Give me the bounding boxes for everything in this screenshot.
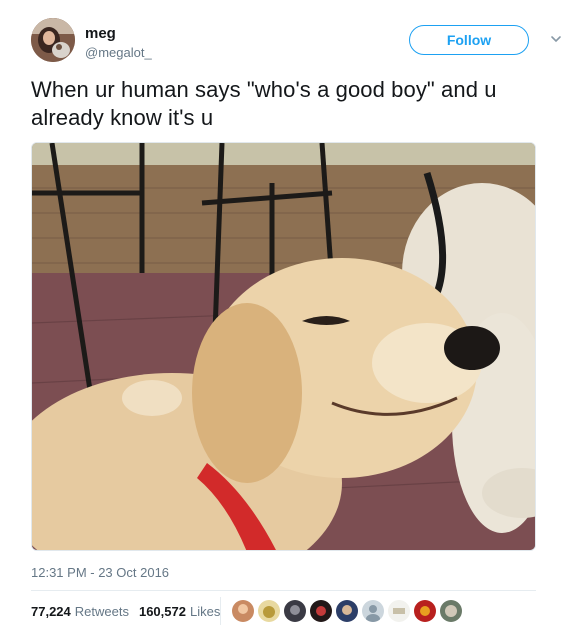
liker-avatar[interactable] <box>414 600 436 622</box>
liker-avatar[interactable] <box>258 600 280 622</box>
retweet-label: Retweets <box>74 604 129 619</box>
liker-avatar[interactable] <box>362 600 384 622</box>
liker-avatar[interactable] <box>232 600 254 622</box>
like-label: Likes <box>189 604 221 619</box>
author-handle[interactable]: @megalot_ <box>85 45 152 60</box>
liker-avatar[interactable] <box>440 600 462 622</box>
liker-avatar[interactable] <box>284 600 306 622</box>
tweet-timestamp[interactable]: 12:31 PM - 23 Oct 2016 <box>31 565 169 580</box>
author-display-name[interactable]: meg <box>85 25 116 42</box>
tweet-photo[interactable] <box>31 142 536 551</box>
chevron-down-icon[interactable] <box>549 32 563 46</box>
retweet-count: 77,224 <box>31 604 71 619</box>
stats-separator <box>220 597 221 625</box>
divider <box>31 590 536 591</box>
like-count: 160,572 <box>138 604 186 619</box>
liker-avatar[interactable] <box>336 600 358 622</box>
liker-avatar[interactable] <box>388 600 410 622</box>
liker-avatar[interactable] <box>310 600 332 622</box>
follow-button[interactable]: Follow <box>409 25 529 55</box>
retweet-stat[interactable]: 77,224 Retweets <box>31 604 129 619</box>
liker-avatars <box>232 600 466 622</box>
tweet-header: meg @megalot_ Follow <box>31 18 561 66</box>
like-stat[interactable]: 160,572 Likes <box>139 604 220 619</box>
tweet-stats: 77,224 Retweets 160,572 Likes <box>31 604 230 619</box>
tweet-text: When ur human says "who's a good boy" an… <box>31 77 497 130</box>
author-avatar[interactable] <box>31 18 75 62</box>
